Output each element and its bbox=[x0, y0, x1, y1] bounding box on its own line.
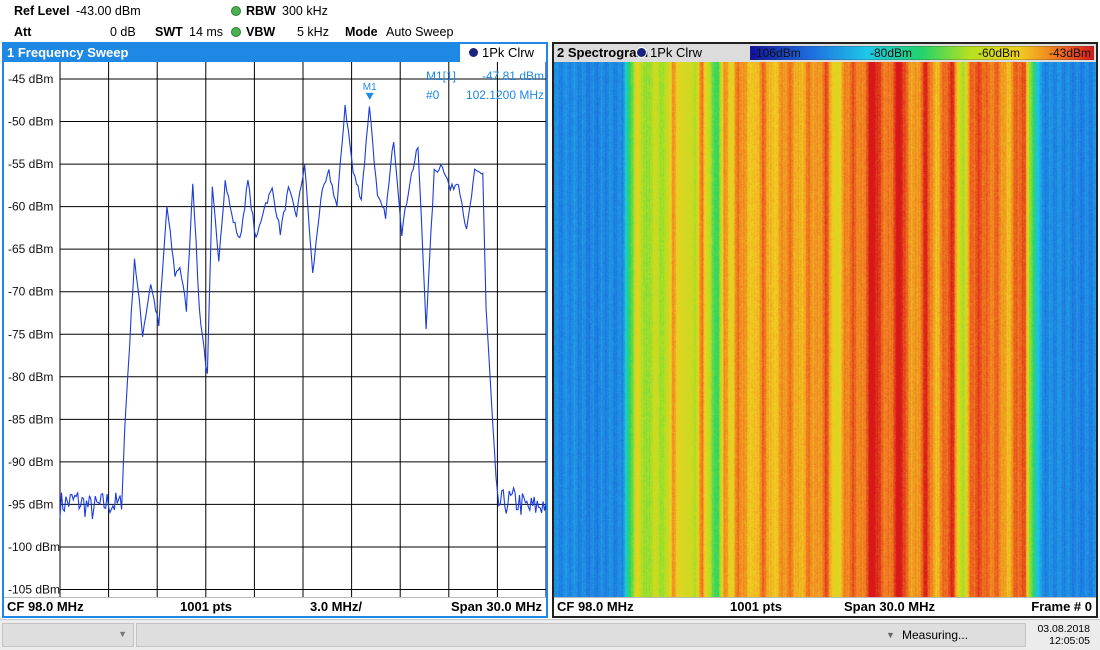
settings-header: Ref Level -43.00 dBm Att 0 dB SWT 14 ms … bbox=[0, 0, 1100, 42]
color-scale-bar[interactable]: -106dBm -80dBm -60dBm -43dBm bbox=[750, 46, 1094, 60]
y-tick-label: -65 dBm bbox=[8, 242, 53, 256]
frequency-sweep-plot[interactable]: -45 dBm -50 dBm -55 dBm -60 dBm -65 dBm -70 d… bbox=[4, 62, 546, 598]
att-value[interactable]: 0 dB bbox=[110, 25, 136, 39]
colorbar-label-min: -106dBm bbox=[752, 46, 801, 60]
spectrogram-window[interactable]: 2 Spectrogram 1Pk Clrw -106dBm -80dBm -6… bbox=[552, 42, 1098, 618]
status-date: 03.08.2018 bbox=[1037, 623, 1090, 635]
frequency-sweep-window[interactable]: 1 Frequency Sweep 1Pk Clrw -45 dBm -50 dB… bbox=[2, 42, 548, 618]
spectrogram-center-frequency[interactable]: CF 98.0 MHz bbox=[557, 598, 634, 616]
trace-dot-icon bbox=[467, 47, 479, 58]
span[interactable]: Span 30.0 MHz bbox=[451, 598, 542, 616]
rbw-coupled-icon bbox=[231, 6, 241, 16]
date-time: 03.08.2018 12:05:05 bbox=[1037, 623, 1090, 647]
att-label: Att bbox=[14, 25, 32, 39]
mode-label: Mode bbox=[345, 25, 378, 39]
frequency-sweep-footer: CF 98.0 MHz 1001 pts 3.0 MHz/ Span 30.0 … bbox=[4, 597, 546, 616]
y-tick-label: -95 dBm bbox=[8, 497, 53, 511]
swt-label: SWT bbox=[155, 25, 183, 39]
marker-readout-level: -47.81 dBm bbox=[482, 69, 544, 83]
vbw-label: VBW bbox=[246, 25, 276, 39]
status-time: 12:05:05 bbox=[1049, 635, 1090, 647]
y-tick-label: -70 dBm bbox=[8, 285, 53, 299]
dropdown-arrow-icon: ▼ bbox=[118, 629, 127, 639]
vbw-coupled-icon bbox=[231, 27, 241, 37]
mode-value[interactable]: Auto Sweep bbox=[386, 25, 453, 39]
spectrogram-display[interactable] bbox=[554, 62, 1096, 598]
spectrogram-trace-label: 1Pk Clrw bbox=[650, 45, 703, 60]
colorbar-label-max: -43dBm bbox=[1049, 46, 1091, 60]
frequency-sweep-title: 1 Frequency Sweep bbox=[7, 45, 129, 60]
trace-indicator: 1Pk Clrw bbox=[467, 44, 534, 62]
status-bar: ▼ ▼ Measuring... 03.08.2018 12:05:05 bbox=[0, 619, 1100, 650]
trace-dot-icon bbox=[636, 47, 647, 58]
center-frequency[interactable]: CF 98.0 MHz bbox=[7, 598, 84, 616]
y-tick-label: -80 dBm bbox=[8, 370, 53, 384]
marker-m1-label: M1 bbox=[363, 82, 377, 93]
swt-value[interactable]: 14 ms bbox=[189, 25, 223, 39]
y-tick-label: -100 dBm bbox=[8, 540, 60, 554]
spectrogram-span[interactable]: Span 30.0 MHz bbox=[844, 598, 935, 616]
spectrogram-footer: CF 98.0 MHz 1001 pts Span 30.0 MHz Frame… bbox=[554, 597, 1096, 616]
y-tick-label: -90 dBm bbox=[8, 455, 53, 469]
marker-readout-index: #0 bbox=[426, 88, 440, 102]
colorbar-label-2: -60dBm bbox=[978, 46, 1020, 60]
y-tick-label: -45 dBm bbox=[8, 72, 53, 86]
status-field-left[interactable]: ▼ bbox=[2, 623, 134, 647]
frequency-sweep-title-bar[interactable]: 1 Frequency Sweep 1Pk Clrw bbox=[4, 44, 546, 62]
y-tick-label: -105 dBm bbox=[8, 582, 60, 596]
colorbar-label-1: -80dBm bbox=[870, 46, 912, 60]
marker-readout-name: M1[1] bbox=[426, 69, 456, 83]
spectrogram-points: 1001 pts bbox=[730, 599, 783, 614]
frame-number[interactable]: Frame # 0 bbox=[1031, 598, 1092, 616]
y-tick-label: -55 dBm bbox=[8, 157, 53, 171]
marker-m1-icon[interactable] bbox=[365, 92, 374, 100]
ref-level-value[interactable]: -43.00 dBm bbox=[76, 4, 141, 18]
y-tick-label: -50 dBm bbox=[8, 115, 53, 129]
spectrogram-trace-indicator: 1Pk Clrw bbox=[636, 44, 702, 62]
status-dropdown-icon[interactable]: ▼ bbox=[886, 630, 895, 640]
measuring-status: Measuring... bbox=[902, 628, 969, 642]
rbw-label: RBW bbox=[246, 4, 276, 18]
rbw-value[interactable]: 300 kHz bbox=[282, 4, 328, 18]
y-tick-label: -75 dBm bbox=[8, 327, 53, 341]
trace-label: 1Pk Clrw bbox=[481, 45, 534, 60]
vbw-value[interactable]: 5 kHz bbox=[297, 25, 329, 39]
sweep-points[interactable]: 1001 pts bbox=[180, 598, 232, 616]
ref-level-label: Ref Level bbox=[14, 4, 70, 18]
y-tick-label: -85 dBm bbox=[8, 412, 53, 426]
y-tick-label: -60 dBm bbox=[8, 200, 53, 214]
frequency-per-division: 3.0 MHz/ bbox=[310, 599, 363, 614]
spectrogram-title: 2 Spectrogram bbox=[557, 45, 649, 60]
marker-readout-freq: 102.1200 MHz bbox=[466, 88, 544, 102]
